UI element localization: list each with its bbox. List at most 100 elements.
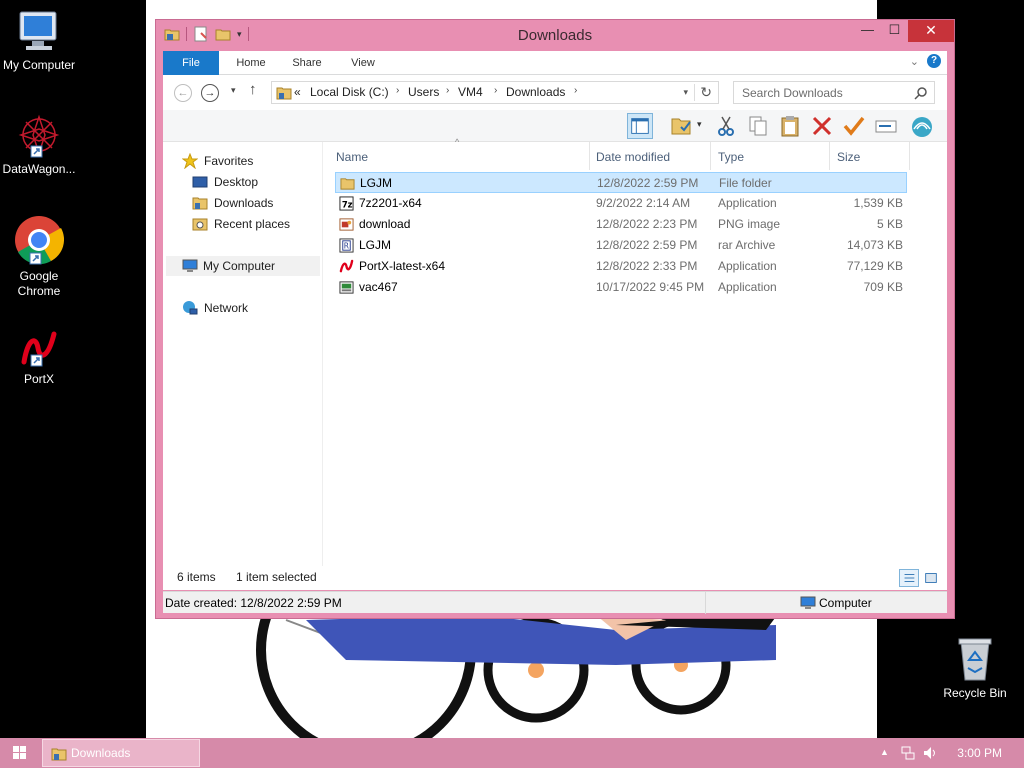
folder-options-icon[interactable] bbox=[669, 113, 695, 139]
column-header-type[interactable]: Type bbox=[718, 142, 744, 170]
rename-icon[interactable] bbox=[873, 113, 899, 139]
nav-label: Network bbox=[204, 301, 249, 315]
nav-desktop[interactable]: Desktop bbox=[192, 172, 312, 192]
chevron-right-icon[interactable]: › bbox=[396, 85, 399, 96]
nav-my-computer[interactable]: My Computer bbox=[166, 256, 320, 276]
nav-label: Desktop bbox=[214, 175, 259, 189]
minimize-button[interactable]: — bbox=[854, 20, 881, 42]
desktop-icon bbox=[192, 176, 208, 188]
file-name: LGJM bbox=[359, 238, 392, 252]
paste-icon[interactable] bbox=[777, 113, 803, 139]
column-header-name[interactable]: Name bbox=[336, 142, 368, 170]
desktop-icon-label: Google Chrome bbox=[17, 269, 61, 298]
preview-pane-icon[interactable] bbox=[627, 113, 653, 139]
file-name: download bbox=[359, 217, 411, 231]
chevron-right-icon[interactable]: › bbox=[574, 85, 577, 96]
desktop-icon-portx[interactable]: PortX bbox=[0, 328, 81, 387]
address-bar[interactable]: « Local Disk (C:) › Users › VM4 › Downlo… bbox=[271, 81, 719, 104]
file-size: 709 KB bbox=[863, 280, 903, 294]
taskbar-item-downloads[interactable]: Downloads bbox=[42, 739, 200, 767]
status-bar: Date created: 12/8/2022 2:59 PM Computer bbox=[163, 591, 947, 614]
folder-icon bbox=[276, 87, 292, 100]
column-divider[interactable] bbox=[829, 142, 830, 170]
details-view-icon[interactable] bbox=[899, 569, 919, 587]
breadcrumb-vm4[interactable]: VM4 bbox=[458, 85, 483, 99]
desktop-icon-my-computer[interactable]: My Computer bbox=[0, 10, 81, 73]
network-tray-icon[interactable] bbox=[900, 745, 916, 761]
column-divider[interactable] bbox=[909, 142, 910, 170]
tab-view[interactable]: View bbox=[335, 51, 391, 75]
forward-button[interactable]: → bbox=[201, 84, 219, 102]
file-type: Application bbox=[718, 196, 777, 210]
svg-text:7z: 7z bbox=[342, 199, 353, 209]
back-button[interactable]: ← bbox=[174, 84, 192, 102]
file-name: 7z2201-x64 bbox=[359, 196, 422, 210]
nav-label: My Computer bbox=[203, 259, 276, 273]
large-icons-view-icon[interactable] bbox=[921, 569, 941, 587]
file-row[interactable]: LGJM 12/8/2022 2:59 PM File folder bbox=[335, 172, 907, 193]
divider bbox=[705, 592, 706, 614]
search-icon[interactable] bbox=[914, 86, 928, 100]
column-divider[interactable] bbox=[710, 142, 711, 170]
nav-recent-places[interactable]: Recent places bbox=[192, 214, 312, 234]
chevron-right-icon[interactable]: › bbox=[446, 85, 449, 96]
tab-share[interactable]: Share bbox=[279, 51, 335, 75]
start-button[interactable] bbox=[0, 738, 40, 768]
file-row[interactable]: download 12/8/2022 2:23 PM PNG image 5 KB bbox=[335, 214, 907, 235]
title-bar[interactable]: ▾ Downloads — ☐ ✕ bbox=[156, 20, 954, 50]
search-input[interactable]: Search Downloads bbox=[733, 81, 935, 104]
delete-icon[interactable] bbox=[809, 113, 835, 139]
column-header-size[interactable]: Size bbox=[837, 142, 860, 170]
nav-downloads[interactable]: Downloads bbox=[192, 193, 312, 213]
nav-label: Downloads bbox=[214, 196, 274, 210]
breadcrumb-users[interactable]: Users bbox=[408, 85, 439, 99]
status-location: Computer bbox=[819, 596, 872, 610]
recent-locations-icon[interactable]: ▾ bbox=[231, 85, 236, 96]
clock[interactable]: 3:00 PM bbox=[957, 746, 1002, 760]
taskbar-item-label: Downloads bbox=[71, 746, 131, 760]
breadcrumb-local-disk[interactable]: Local Disk (C:) bbox=[310, 85, 389, 99]
tab-home[interactable]: Home bbox=[223, 51, 279, 75]
command-toolbar: ▾ bbox=[163, 110, 947, 142]
file-row[interactable]: PortX-latest-x64 12/8/2022 2:33 PM Applica… bbox=[335, 256, 907, 277]
desktop-icon-google-chrome[interactable]: Google Chrome bbox=[0, 215, 81, 299]
chevron-right-icon[interactable]: › bbox=[494, 85, 497, 96]
desktop-icon-recycle-bin[interactable]: Recycle Bin bbox=[933, 636, 1017, 701]
refresh-icon[interactable]: ↻ bbox=[694, 84, 712, 101]
cut-icon[interactable] bbox=[713, 113, 739, 139]
navigation-bar: ← → ▾ ↑ « Local Disk (C:) › Users › VM4 … bbox=[163, 75, 947, 110]
close-button[interactable]: ✕ bbox=[908, 20, 954, 42]
file-type: rar Archive bbox=[718, 238, 776, 252]
file-row[interactable]: 7z 7z2201-x64 9/2/2022 2:14 AM Application 1… bbox=[335, 193, 907, 214]
status-date-created: Date created: 12/8/2022 2:59 PM bbox=[165, 596, 342, 610]
maximize-button[interactable]: ☐ bbox=[881, 20, 908, 42]
help-icon[interactable]: ? bbox=[927, 54, 941, 68]
rar-icon: R bbox=[339, 238, 354, 253]
breadcrumb-downloads[interactable]: Downloads bbox=[506, 85, 565, 99]
chevron-down-icon[interactable]: ▾ bbox=[697, 119, 702, 130]
tab-file[interactable]: File bbox=[163, 51, 219, 75]
datawagon-icon bbox=[18, 114, 60, 158]
column-header-date[interactable]: Date modified bbox=[596, 142, 670, 170]
selection-count: 1 item selected bbox=[236, 570, 317, 584]
breadcrumb-overflow[interactable]: « bbox=[294, 85, 301, 99]
checkmark-icon[interactable] bbox=[841, 113, 867, 139]
nav-network[interactable]: Network bbox=[182, 298, 312, 318]
computer-icon bbox=[182, 259, 198, 272]
file-date-modified: 12/8/2022 2:23 PM bbox=[596, 217, 698, 231]
copy-icon[interactable] bbox=[745, 113, 771, 139]
file-row[interactable]: vac467 10/17/2022 9:45 PM Application 709 K… bbox=[335, 277, 907, 298]
shell-icon[interactable] bbox=[909, 113, 935, 139]
file-row[interactable]: R LGJM 12/8/2022 2:59 PM rar Archive 14,073 … bbox=[335, 235, 907, 256]
volume-icon[interactable] bbox=[922, 745, 938, 761]
up-button[interactable]: ↑ bbox=[249, 81, 257, 98]
expand-ribbon-icon[interactable]: ⌄ bbox=[910, 55, 919, 68]
taskbar: Downloads ▲ 3:00 PM bbox=[0, 738, 1024, 768]
file-type: Application bbox=[718, 259, 777, 273]
address-dropdown-icon[interactable]: ▾ bbox=[683, 87, 688, 98]
desktop-icon-datawagon[interactable]: DataWagon... bbox=[0, 112, 81, 177]
nav-favorites[interactable]: Favorites bbox=[182, 151, 312, 171]
ribbon-controls: ⌄ ? bbox=[910, 54, 941, 68]
column-divider[interactable] bbox=[589, 142, 590, 170]
show-hidden-icons-icon[interactable]: ▲ bbox=[880, 747, 889, 757]
